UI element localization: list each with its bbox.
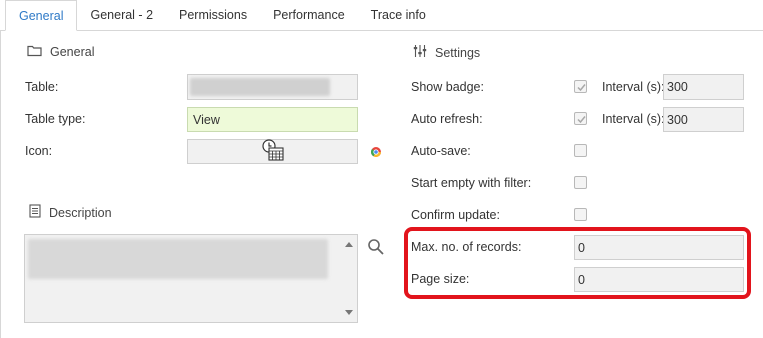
tab-trace-info[interactable]: Trace info — [358, 0, 439, 30]
tab-permissions[interactable]: Permissions — [166, 0, 260, 30]
auto-save-checkbox[interactable] — [574, 144, 587, 157]
panel-border — [0, 31, 1, 338]
tab-bar: General General - 2 Permissions Performa… — [0, 0, 763, 31]
document-icon — [29, 204, 41, 221]
redacted-table-name — [190, 78, 330, 96]
show-badge-checkbox[interactable] — [574, 80, 587, 93]
show-badge-interval-label: Interval (s): — [602, 80, 665, 94]
table-field[interactable] — [187, 74, 358, 100]
general-section-title: General — [50, 45, 95, 59]
start-empty-label: Start empty with filter: — [411, 176, 532, 190]
clock-calendar-icon — [260, 138, 286, 165]
redacted-description — [28, 239, 328, 279]
auto-refresh-interval-label: Interval (s): — [602, 112, 665, 126]
search-icon[interactable] — [367, 238, 385, 259]
auto-refresh-interval-value: 300 — [667, 112, 688, 127]
folder-icon — [27, 44, 42, 60]
table-label: Table: — [25, 80, 59, 94]
confirm-update-label: Confirm update: — [411, 208, 500, 222]
settings-section-header: Settings — [413, 44, 480, 61]
show-badge-label: Show badge: — [411, 80, 484, 94]
confirm-update-checkbox[interactable] — [574, 208, 587, 221]
description-section-title: Description — [49, 205, 112, 220]
tab-general[interactable]: General — [5, 0, 78, 31]
settings-section-title: Settings — [435, 45, 481, 60]
general-section-header: General — [27, 44, 94, 60]
highlight-annotation — [404, 227, 751, 299]
description-scrollbar[interactable] — [341, 235, 357, 322]
auto-refresh-checkbox[interactable] — [574, 112, 587, 125]
show-badge-interval-field[interactable]: 300 — [663, 74, 744, 100]
table-type-field[interactable]: View — [187, 107, 358, 132]
auto-refresh-label: Auto refresh: — [411, 112, 483, 126]
checkmark-icon — [577, 84, 586, 92]
icon-label: Icon: — [25, 144, 53, 158]
sliders-icon — [413, 44, 427, 61]
description-textarea[interactable] — [24, 234, 358, 323]
icon-field[interactable] — [187, 139, 358, 164]
show-badge-interval-value: 300 — [667, 80, 688, 94]
table-type-label: Table type: — [25, 112, 86, 126]
table-type-value: View — [193, 112, 220, 127]
tab-performance[interactable]: Performance — [260, 0, 358, 30]
auto-refresh-interval-field[interactable]: 300 — [663, 107, 744, 132]
auto-save-label: Auto-save: — [411, 144, 471, 158]
checkmark-icon — [577, 116, 586, 124]
tab-general-2[interactable]: General - 2 — [77, 0, 166, 30]
browser-icon[interactable] — [370, 146, 382, 161]
description-section-header: Description — [29, 204, 112, 221]
start-empty-checkbox[interactable] — [574, 176, 587, 189]
